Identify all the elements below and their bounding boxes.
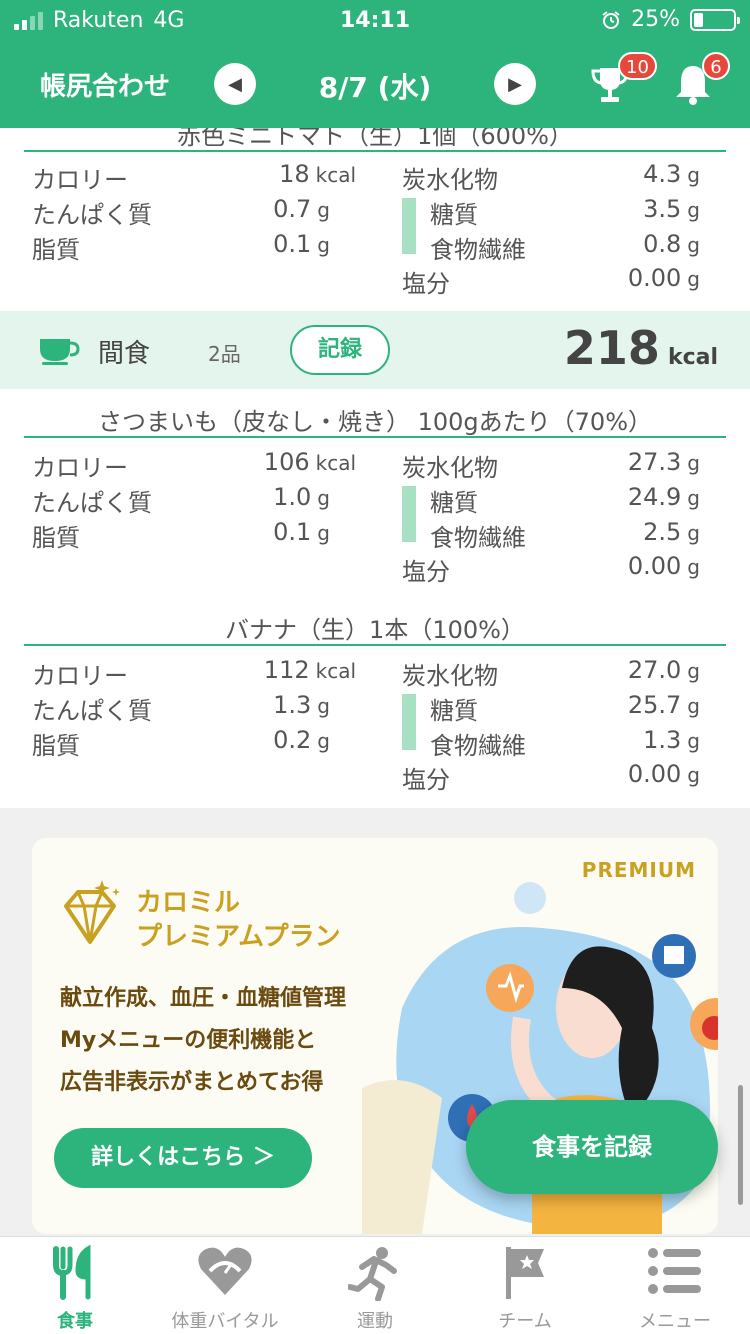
fork-knife-icon: [53, 1245, 91, 1300]
carb-breakdown-bar: [402, 486, 416, 542]
carb-label: 炭水化物: [402, 662, 498, 690]
fiber-value: 2.5 g: [643, 518, 700, 546]
protein-label: たんぱく質: [32, 201, 152, 229]
app-header: 帳尻合わせ ◀ 8/7 (水) ▶ 10 6: [0, 40, 750, 128]
sugar-label: 糖質: [430, 697, 478, 725]
calorie-label: カロリー: [32, 166, 128, 194]
premium-details-button[interactable]: 詳しくはこちら ＞: [54, 1128, 312, 1188]
food-item-title: 赤色ミニトマト（生）1個（600%）: [177, 128, 573, 150]
food-item-title: バナナ（生）1本（100%）: [225, 616, 525, 644]
tab-menu[interactable]: メニュー: [600, 1237, 750, 1334]
calorie-value: 112 kcal: [263, 656, 356, 684]
sugar-value: 3.5 g: [643, 195, 700, 223]
fiber-value: 1.3 g: [643, 726, 700, 754]
salt-value: 0.00 g: [627, 760, 700, 788]
protein-value: 1.3 g: [273, 691, 330, 719]
sugar-label: 糖質: [430, 201, 478, 229]
meal-total-kcal: 218 kcal: [563, 321, 718, 375]
flag-icon: [506, 1247, 544, 1299]
fat-value: 0.2 g: [273, 726, 330, 754]
notification-badge: 6: [702, 52, 730, 80]
trophy-button[interactable]: 10: [588, 52, 657, 112]
fat-label: 脂質: [32, 236, 80, 264]
menu-list-icon: [648, 1248, 701, 1294]
prev-day-button[interactable]: ◀: [214, 63, 256, 105]
fiber-value: 0.8 g: [643, 230, 700, 258]
divider: [24, 150, 726, 152]
salt-label: 塩分: [402, 558, 450, 586]
protein-value: 0.7 g: [273, 195, 330, 223]
divider: [24, 436, 726, 438]
salt-label: 塩分: [402, 766, 450, 794]
sugar-value: 24.9 g: [627, 483, 700, 511]
battery-percent: 25%: [631, 7, 680, 32]
tab-label: 食事: [57, 1311, 93, 1332]
carb-value: 4.3 g: [643, 160, 700, 188]
next-day-button[interactable]: ▶: [494, 63, 536, 105]
premium-features: 献立作成、血圧・血糖値管理 Myメニューの便利機能と 広告非表示がまとめてお得: [60, 986, 347, 1095]
scrollbar[interactable]: [738, 1085, 743, 1205]
fat-value: 0.1 g: [273, 230, 330, 258]
tab-team[interactable]: チーム: [450, 1237, 600, 1334]
sugar-label: 糖質: [430, 489, 478, 517]
calorie-value: 106 kcal: [263, 448, 356, 476]
tab-weight-vital[interactable]: 体重バイタル: [150, 1237, 300, 1334]
premium-plan-name: カロミル プレミアムプラン: [136, 888, 341, 952]
meal-label: 間食: [98, 339, 151, 369]
tab-label: チーム: [498, 1311, 552, 1332]
salt-label: 塩分: [402, 270, 450, 298]
carb-label: 炭水化物: [402, 454, 498, 482]
record-button[interactable]: 記録: [290, 325, 390, 375]
carb-breakdown-bar: [402, 694, 416, 750]
sugar-value: 25.7 g: [627, 691, 700, 719]
tab-label: 運動: [357, 1311, 393, 1332]
fiber-label: 食物繊維: [430, 524, 526, 552]
battery-icon: [690, 8, 740, 31]
calorie-value: 18 kcal: [279, 160, 356, 188]
snack-meal-header[interactable]: 間食 2品 記録 218 kcal: [0, 311, 750, 389]
fat-value: 0.1 g: [273, 518, 330, 546]
record-meal-button[interactable]: 食事を記録: [466, 1100, 718, 1194]
chevron-right-icon: ▶: [508, 73, 522, 95]
calorie-label: カロリー: [32, 454, 128, 482]
meal-detail-list[interactable]: 赤色ミニトマト（生）1個（600%） カロリー 18 kcal たんぱく質 0.7…: [0, 128, 750, 808]
protein-value: 1.0 g: [273, 483, 330, 511]
carb-label: 炭水化物: [402, 166, 498, 194]
diamond-icon: [64, 880, 120, 944]
food-item-title: さつまいも（皮なし・焼き） 100gあたり（70%）: [97, 408, 652, 436]
fat-label: 脂質: [32, 732, 80, 760]
heart-scale-icon: [198, 1247, 252, 1295]
notification-button[interactable]: 6: [672, 52, 730, 112]
alarm-icon: [602, 10, 620, 29]
carb-value: 27.3 g: [627, 448, 700, 476]
protein-label: たんぱく質: [32, 697, 152, 725]
carb-breakdown-bar: [402, 198, 416, 254]
calorie-label: カロリー: [32, 662, 128, 690]
carb-value: 27.0 g: [627, 656, 700, 684]
page-title: 帳尻合わせ: [40, 72, 171, 102]
premium-tag: PREMIUM: [581, 858, 696, 882]
bottom-tab-bar: 食事 体重バイタル 運動 チーム メニュー: [0, 1236, 750, 1334]
chevron-left-icon: ◀: [228, 73, 242, 95]
tab-label: メニュー: [639, 1311, 711, 1332]
status-bar: Rakuten 4G 14:11 25%: [0, 0, 750, 40]
salt-value: 0.00 g: [627, 552, 700, 580]
tab-exercise[interactable]: 運動: [300, 1237, 450, 1334]
meal-item-count: 2品: [208, 342, 241, 366]
divider: [24, 644, 726, 646]
protein-label: たんぱく質: [32, 489, 152, 517]
date-label: 8/7 (水): [318, 71, 432, 104]
fat-label: 脂質: [32, 524, 80, 552]
fiber-label: 食物繊維: [430, 732, 526, 760]
tab-meal[interactable]: 食事: [0, 1237, 150, 1334]
tab-label: 体重バイタル: [171, 1311, 279, 1332]
trophy-badge: 10: [618, 52, 657, 80]
salt-value: 0.00 g: [627, 264, 700, 292]
cup-icon: [40, 339, 80, 365]
running-icon: [348, 1247, 397, 1301]
fiber-label: 食物繊維: [430, 236, 526, 264]
